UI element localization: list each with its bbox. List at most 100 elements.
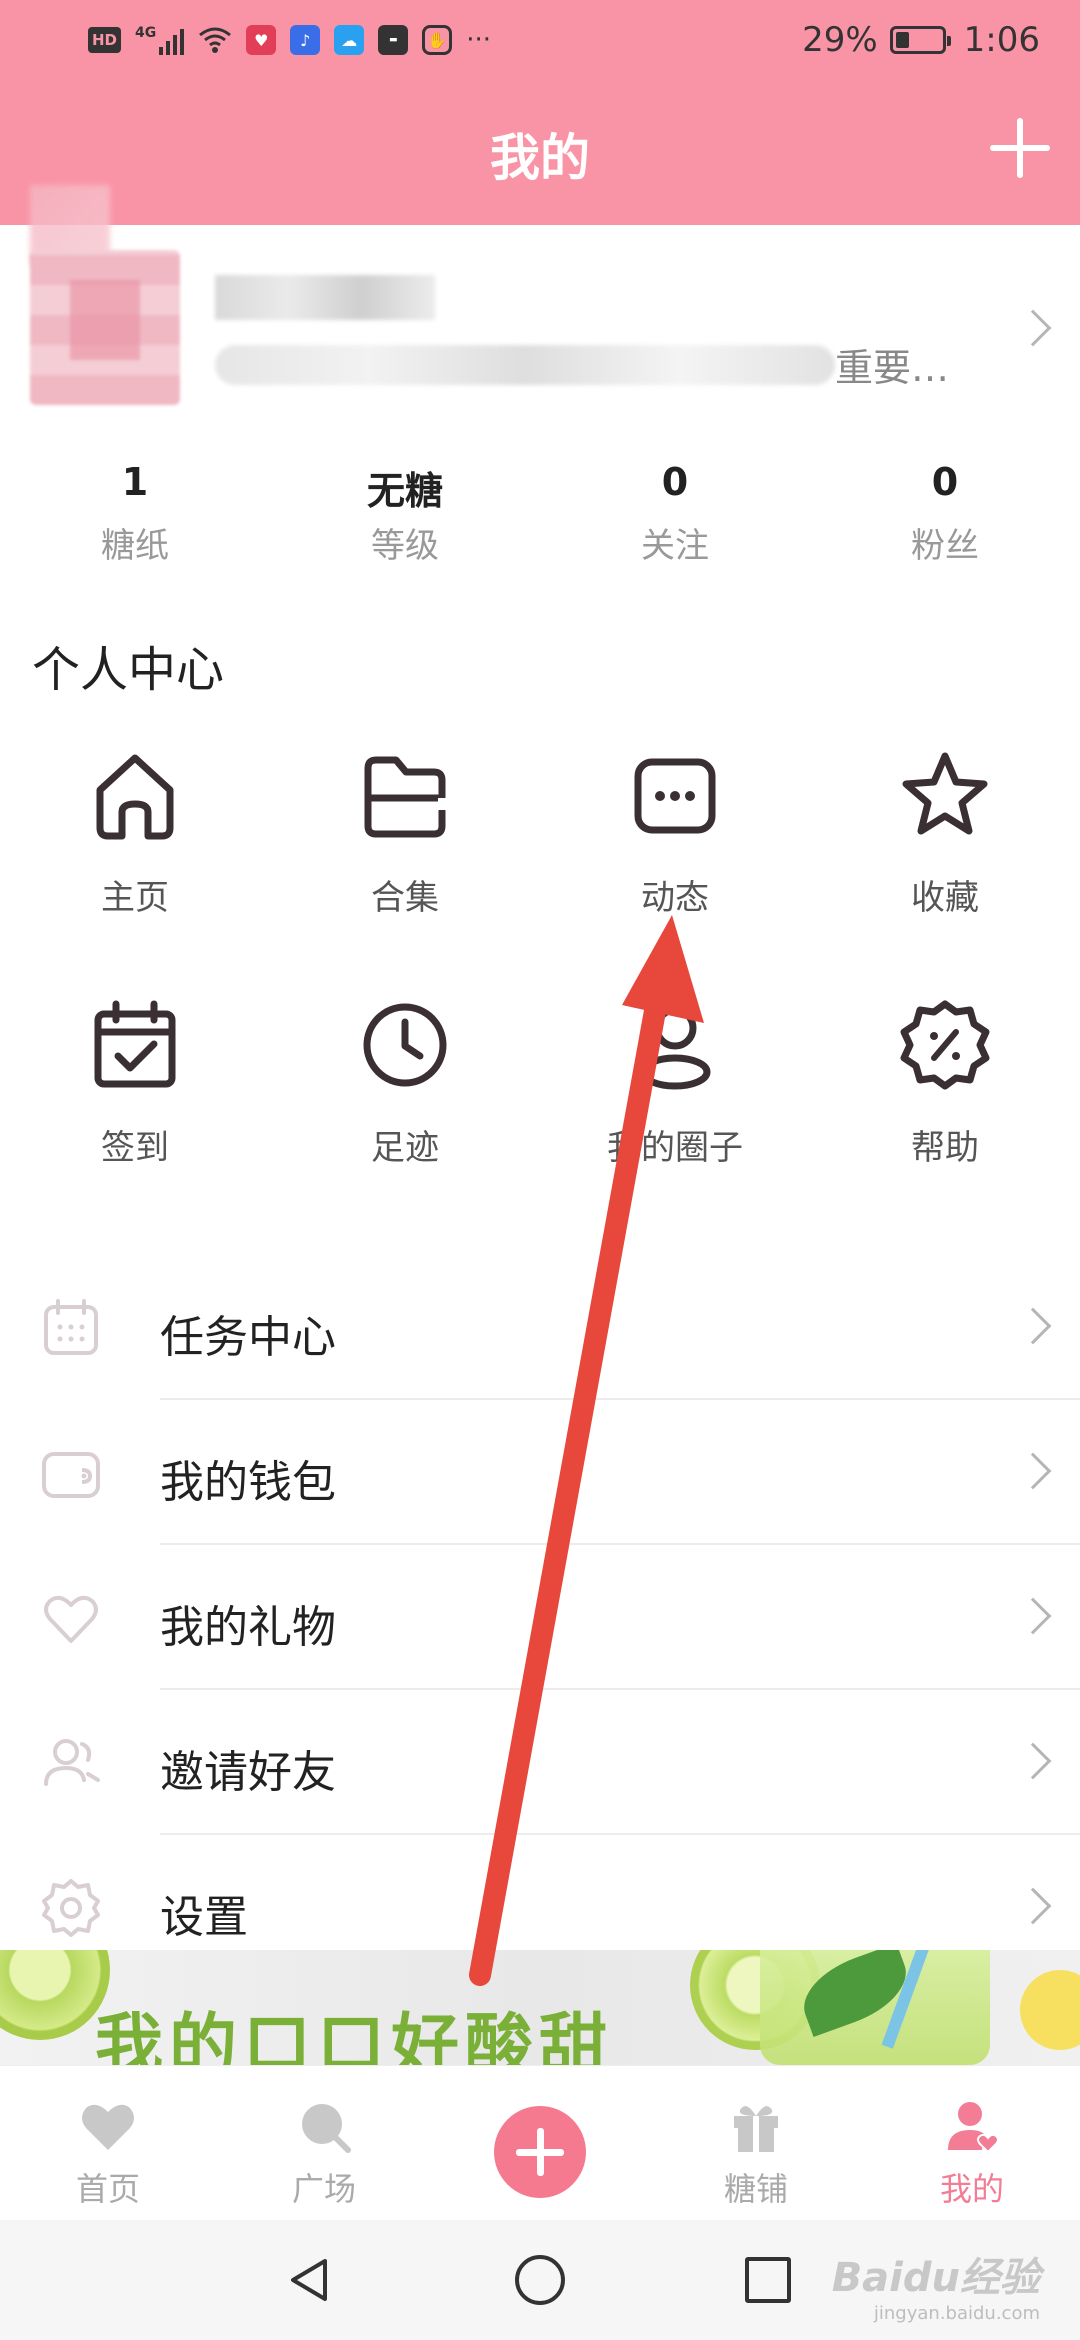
chevron-right-icon bbox=[1014, 1887, 1052, 1925]
list-item-gifts[interactable]: 我的礼物 bbox=[0, 1545, 1080, 1690]
grid-item-footprint[interactable]: 足迹 bbox=[270, 990, 540, 1240]
top-nav-bar: 我的 bbox=[0, 80, 1080, 265]
tab-label: 我的 bbox=[939, 2170, 1004, 2208]
tab-label: 广场 bbox=[291, 2170, 356, 2208]
watermark-sub: jingyan.baidu.com bbox=[873, 2303, 1040, 2324]
heart-icon bbox=[44, 1595, 98, 1643]
user-heart-icon bbox=[948, 2102, 999, 2154]
status-bar: HD 4G ♥ ♪ ☁ ▬ ✋ ··· 29% 1:06 bbox=[0, 0, 1080, 80]
stat-value: 1 bbox=[121, 460, 149, 504]
watermark-text: Baidu经验 bbox=[831, 2255, 1040, 2301]
stat-value: 0 bbox=[931, 460, 959, 504]
stat-label: 糖纸 bbox=[101, 526, 169, 566]
signature-text: 重要… bbox=[835, 346, 950, 390]
chevron-right-icon bbox=[1014, 309, 1052, 347]
grid-item-favorites[interactable]: 收藏 bbox=[810, 740, 1080, 990]
signature-blurred bbox=[215, 345, 835, 385]
promo-banner[interactable]: 我的口口好酸甜 bbox=[0, 1950, 1080, 2065]
star-icon bbox=[902, 752, 988, 835]
stat-level[interactable]: 无糖 等级 bbox=[270, 460, 540, 567]
recent-apps-icon[interactable] bbox=[745, 2257, 791, 2303]
stat-following[interactable]: 0 关注 bbox=[540, 460, 810, 567]
list-item-wallet[interactable]: 我的钱包 bbox=[0, 1400, 1080, 1545]
more-notifications-icon: ··· bbox=[466, 25, 492, 55]
bottom-tab-bar: 首页 广场 糖铺 我的 bbox=[0, 2065, 1080, 2220]
tab-square[interactable]: 广场 bbox=[216, 2066, 432, 2220]
page-title: 我的 bbox=[490, 129, 590, 187]
cloud-app-icon: ☁ bbox=[334, 25, 365, 55]
grid-item-label: 动态 bbox=[641, 878, 709, 918]
grid-item-home[interactable]: 主页 bbox=[0, 740, 270, 990]
lemon-image bbox=[1020, 1970, 1080, 2050]
clock-time: 1:06 bbox=[963, 20, 1040, 60]
grid-item-collection[interactable]: 合集 bbox=[270, 740, 540, 990]
grid-item-checkin[interactable]: 签到 bbox=[0, 990, 270, 1240]
calendar-check-icon bbox=[94, 1000, 176, 1088]
username-blurred bbox=[215, 275, 435, 320]
grid-item-help[interactable]: 帮助 bbox=[810, 990, 1080, 1240]
grid-item-label: 合集 bbox=[371, 878, 439, 918]
signal-icon: 4G bbox=[135, 25, 185, 55]
list-item-label: 任务中心 bbox=[160, 1312, 336, 1363]
tab-home[interactable]: 首页 bbox=[0, 2066, 216, 2220]
stat-candy-paper[interactable]: 1 糖纸 bbox=[0, 460, 270, 567]
gift-icon bbox=[734, 2106, 778, 2152]
list-item-label: 我的礼物 bbox=[160, 1602, 336, 1653]
gear-icon bbox=[42, 1879, 100, 1937]
network-type: 4G bbox=[135, 25, 157, 41]
wifi-icon bbox=[199, 27, 232, 53]
chevron-right-icon bbox=[1014, 1742, 1052, 1780]
grid-item-label: 我的圈子 bbox=[607, 1128, 743, 1168]
banner-text: 我的口口好酸甜 bbox=[95, 2007, 614, 2065]
tab-post[interactable] bbox=[432, 2066, 648, 2220]
battery-icon bbox=[889, 26, 951, 54]
menu-list: 任务中心 我的钱包 我的礼物 邀请好友 设置 bbox=[0, 1255, 1080, 1980]
stat-value: 0 bbox=[661, 460, 689, 504]
home-nav-icon[interactable] bbox=[515, 2255, 565, 2305]
calendar-icon bbox=[44, 1299, 98, 1355]
heart-icon bbox=[82, 2104, 134, 2150]
huawei-app-icon: ▬ bbox=[378, 25, 409, 55]
stat-label: 等级 bbox=[371, 526, 439, 566]
tab-label: 糖铺 bbox=[723, 2170, 788, 2208]
invite-friends-icon bbox=[44, 1739, 100, 1786]
stats-row: 1 糖纸 无糖 等级 0 关注 0 粉丝 bbox=[0, 460, 1080, 567]
personal-center-grid: 主页 合集 动态 收藏 签到 足迹 我的圈子 帮助 bbox=[0, 740, 1080, 1240]
grid-item-label: 收藏 bbox=[911, 878, 979, 918]
wallet-icon bbox=[42, 1452, 100, 1498]
clock-icon bbox=[363, 1003, 447, 1087]
grid-item-label: 足迹 bbox=[371, 1128, 439, 1168]
watermark: Baidu经验 jingyan.baidu.com bbox=[832, 2245, 1040, 2324]
section-title-personal-center: 个人中心 bbox=[32, 642, 225, 698]
tab-label: 首页 bbox=[75, 2170, 140, 2208]
list-item-label: 我的钱包 bbox=[160, 1457, 336, 1508]
app-notification-icon: ♥ bbox=[246, 25, 277, 55]
tab-mine[interactable]: 我的 bbox=[864, 2066, 1080, 2220]
message-dots-icon bbox=[634, 758, 716, 834]
list-item-task-center[interactable]: 任务中心 bbox=[0, 1255, 1080, 1400]
stat-label: 粉丝 bbox=[911, 526, 979, 566]
system-navigation-bar: Baidu经验 jingyan.baidu.com bbox=[0, 2220, 1080, 2340]
grid-item-label: 帮助 bbox=[911, 1128, 979, 1168]
add-button[interactable] bbox=[990, 118, 1050, 178]
lime-slice-image bbox=[0, 1950, 110, 2040]
grid-item-moments[interactable]: 动态 bbox=[540, 740, 810, 990]
plus-icon[interactable] bbox=[494, 2106, 586, 2198]
hand-app-icon: ✋ bbox=[422, 25, 453, 55]
chevron-right-icon bbox=[1014, 1597, 1052, 1635]
list-item-invite-friends[interactable]: 邀请好友 bbox=[0, 1690, 1080, 1835]
help-badge-icon bbox=[900, 1000, 990, 1090]
back-icon[interactable] bbox=[285, 2255, 335, 2305]
home-icon bbox=[96, 754, 174, 840]
circle-user-icon bbox=[639, 1006, 711, 1090]
grid-item-label: 主页 bbox=[101, 878, 169, 918]
chevron-right-icon bbox=[1014, 1452, 1052, 1490]
grid-item-my-circle[interactable]: 我的圈子 bbox=[540, 990, 810, 1240]
list-item-label: 邀请好友 bbox=[160, 1747, 336, 1798]
profile-card[interactable]: 重要… bbox=[0, 225, 1080, 425]
list-item-label: 设置 bbox=[160, 1892, 248, 1943]
avatar[interactable] bbox=[30, 250, 180, 405]
search-bubble-icon bbox=[302, 2104, 351, 2153]
stat-followers[interactable]: 0 粉丝 bbox=[810, 460, 1080, 567]
tab-candy-shop[interactable]: 糖铺 bbox=[648, 2066, 864, 2220]
